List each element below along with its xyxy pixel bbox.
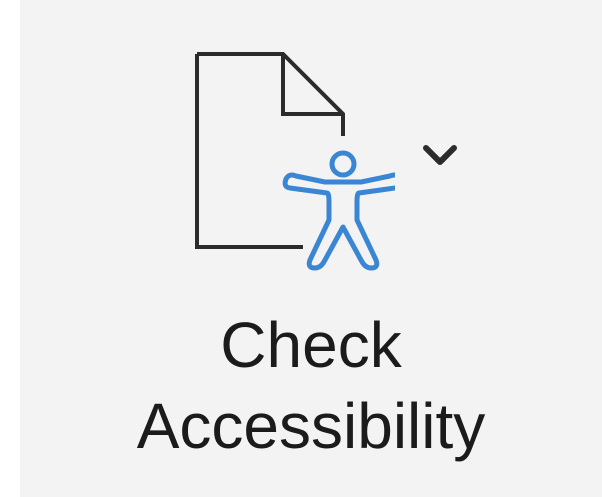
document-accessibility-icon xyxy=(195,52,395,271)
chevron-down-icon[interactable] xyxy=(420,140,460,170)
button-label-line1: Check xyxy=(220,309,402,381)
check-accessibility-button[interactable]: Check Accessibility xyxy=(20,0,602,497)
button-label-line2: Accessibility xyxy=(136,390,486,462)
